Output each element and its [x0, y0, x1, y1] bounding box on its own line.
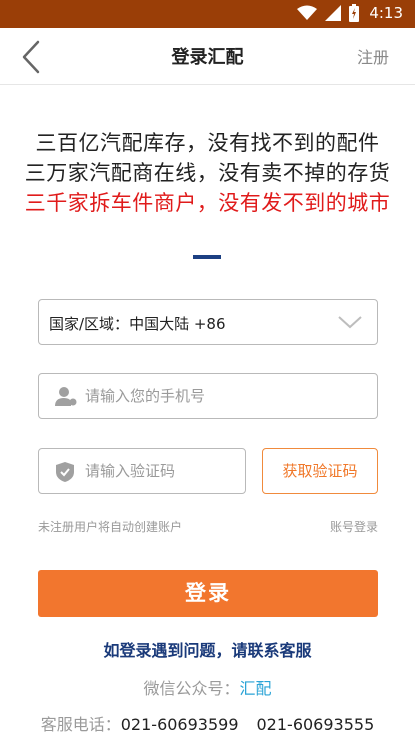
service-label: 客服电话：: [40, 715, 121, 734]
user-icon: [55, 387, 77, 406]
service-phone-2[interactable]: 021-60693555: [257, 715, 375, 734]
code-input[interactable]: [85, 449, 235, 493]
shield-icon: [56, 462, 74, 482]
slogan-2: 三万家汽配商在线，没有卖不掉的存货: [24, 161, 391, 185]
page-title: 登录汇配: [171, 47, 244, 68]
wechat-label: 微信公众号：: [143, 679, 240, 698]
service-phone-1[interactable]: 021-60693599: [121, 715, 239, 734]
signal-icon: [325, 5, 342, 21]
header: 登录汇配 注册: [0, 28, 415, 85]
get-code-button[interactable]: 获取验证码: [262, 448, 378, 494]
region-value: 中国大陆 +86: [129, 315, 226, 333]
wechat-line: 微信公众号：汇配: [0, 675, 415, 699]
auto-create-note: 未注册用户将自动创建账户: [38, 520, 183, 534]
help-link[interactable]: 如登录遇到问题，请联系客服: [0, 637, 415, 661]
phone-input[interactable]: [85, 374, 365, 418]
region-label: 国家/区域：: [49, 315, 130, 333]
code-field[interactable]: [38, 448, 246, 494]
register-link[interactable]: 注册: [357, 44, 389, 68]
status-time: 4:13: [369, 4, 403, 22]
wifi-icon: [297, 5, 318, 20]
slogans: 三百亿汽配库存，没有找不到的配件 三万家汽配商在线，没有卖不掉的存货 三千家拆车…: [0, 128, 415, 218]
status-icons: 4:13: [297, 4, 403, 22]
divider-bar: [193, 255, 221, 259]
region-select[interactable]: 国家/区域：中国大陆 +86: [38, 299, 378, 345]
phone-field[interactable]: [38, 373, 378, 419]
region-text: 国家/区域：中国大陆 +86: [49, 313, 226, 334]
slogan-3: 三千家拆车件商户，没有发不到的城市: [24, 191, 391, 215]
service-phone-line: 客服电话：021-60693599 021-60693555: [0, 711, 415, 735]
account-login-link[interactable]: 账号登录: [330, 518, 378, 535]
login-button[interactable]: 登录: [38, 570, 378, 617]
status-bar: 4:13: [0, 0, 415, 28]
wechat-name-link[interactable]: 汇配: [240, 679, 272, 698]
battery-icon: [349, 4, 360, 22]
chevron-down-icon: [338, 316, 362, 329]
slogan-1: 三百亿汽配库存，没有找不到的配件: [35, 131, 380, 155]
